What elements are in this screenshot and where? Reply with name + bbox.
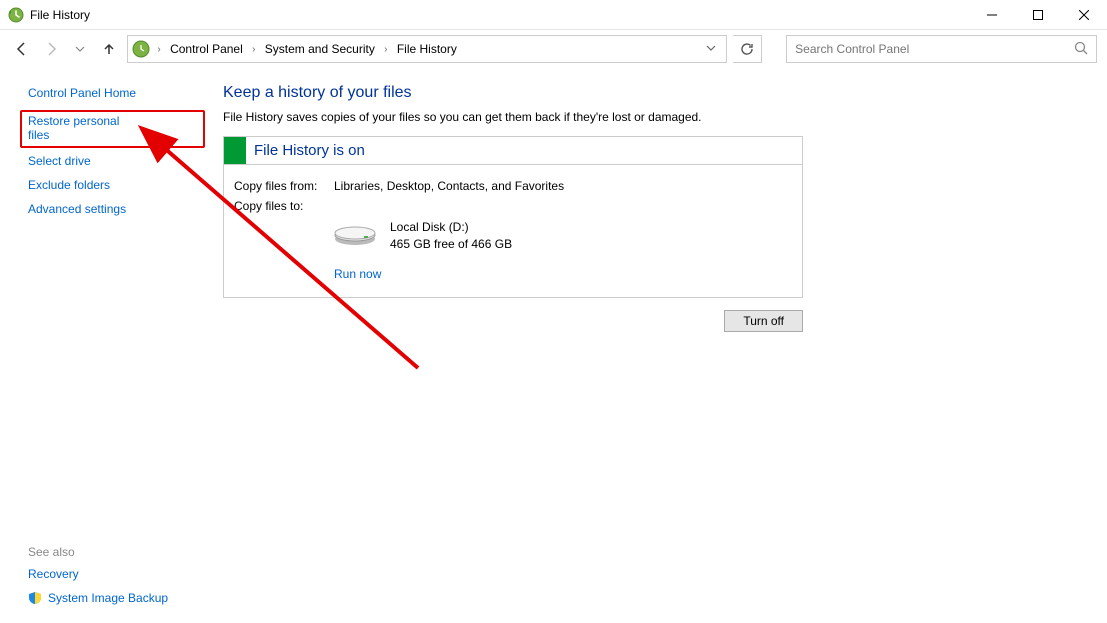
control-panel-icon <box>132 40 150 58</box>
refresh-button[interactable] <box>733 35 762 63</box>
breadcrumb-control-panel[interactable]: Control Panel <box>166 36 247 62</box>
highlight-box: Restore personal files <box>20 110 205 148</box>
window-controls <box>969 0 1107 30</box>
drive-name: Local Disk (D:) <box>390 219 512 236</box>
titlebar: File History <box>0 0 1107 30</box>
run-now-link[interactable]: Run now <box>334 267 381 281</box>
file-history-icon <box>8 7 24 23</box>
search-icon[interactable] <box>1074 41 1088 58</box>
copy-from-label: Copy files from: <box>234 179 334 193</box>
turn-off-button[interactable]: Turn off <box>724 310 803 332</box>
chevron-icon[interactable]: › <box>152 44 166 55</box>
search-input[interactable] <box>795 42 1074 56</box>
status-header: File History is on <box>224 137 802 165</box>
sidebar-recovery[interactable]: Recovery <box>28 567 205 581</box>
breadcrumb-system-security[interactable]: System and Security <box>261 36 379 62</box>
breadcrumb-file-history[interactable]: File History <box>393 36 461 62</box>
recent-dropdown[interactable] <box>69 37 92 61</box>
back-button[interactable] <box>10 37 33 61</box>
chevron-icon[interactable]: › <box>379 44 393 55</box>
up-button[interactable] <box>98 37 121 61</box>
sidebar-restore-files[interactable]: Restore personal files <box>28 114 143 142</box>
window-title: File History <box>30 8 90 22</box>
copy-to-label: Copy files to: <box>234 199 334 213</box>
copy-from-value: Libraries, Desktop, Contacts, and Favori… <box>334 179 792 193</box>
status-box: File History is on Copy files from: Libr… <box>223 136 803 298</box>
close-button[interactable] <box>1061 0 1107 30</box>
sidebar-exclude-folders[interactable]: Exclude folders <box>28 178 205 192</box>
chevron-icon[interactable]: › <box>247 44 261 55</box>
status-accent <box>224 137 246 164</box>
address-bar[interactable]: › Control Panel › System and Security › … <box>127 35 727 63</box>
sidebar-system-image-backup[interactable]: System Image Backup <box>48 591 168 605</box>
navbar: › Control Panel › System and Security › … <box>0 30 1107 68</box>
page-title: Keep a history of your files <box>223 84 1087 102</box>
search-box[interactable] <box>786 35 1097 63</box>
maximize-button[interactable] <box>1015 0 1061 30</box>
page-description: File History saves copies of your files … <box>223 110 1087 124</box>
shield-icon <box>28 591 42 605</box>
drive-space: 465 GB free of 466 GB <box>390 236 512 253</box>
status-text: File History is on <box>246 142 365 159</box>
see-also-label: See also <box>28 545 205 559</box>
address-dropdown-icon[interactable] <box>700 42 722 56</box>
sidebar-advanced-settings[interactable]: Advanced settings <box>28 202 205 216</box>
sidebar: Control Panel Home Restore personal file… <box>0 68 205 623</box>
forward-button[interactable] <box>39 37 62 61</box>
drive-icon <box>334 219 376 247</box>
main-content: Keep a history of your files File Histor… <box>205 68 1107 623</box>
sidebar-select-drive[interactable]: Select drive <box>28 154 205 168</box>
minimize-button[interactable] <box>969 0 1015 30</box>
sidebar-control-panel-home[interactable]: Control Panel Home <box>28 86 205 100</box>
drive-block: Local Disk (D:) 465 GB free of 466 GB <box>334 219 792 253</box>
